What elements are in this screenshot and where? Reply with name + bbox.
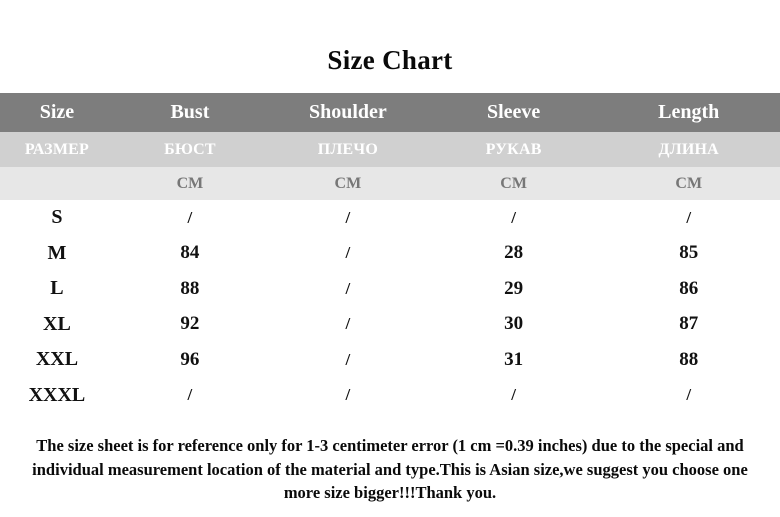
table-row: L 88 / 29 86 — [0, 271, 780, 307]
cell-shoulder: / — [345, 207, 351, 227]
unit-cell-size — [0, 167, 114, 200]
cell-bust: 88 — [180, 277, 200, 299]
disclaimer-note: The size sheet is for reference only for… — [32, 436, 748, 503]
cell-shoulder: / — [345, 278, 351, 298]
cell-sleeve: 31 — [504, 348, 524, 370]
unit-cell-shoulder: CM — [334, 174, 362, 192]
cell-size: XXL — [35, 348, 79, 371]
cell-sleeve: / — [511, 385, 516, 405]
column-header-length-ru: ДЛИНА — [658, 140, 719, 158]
cell-length: 88 — [679, 348, 699, 370]
unit-cell-length: CM — [675, 174, 703, 192]
cell-size: XL — [43, 312, 71, 335]
cell-sleeve: 30 — [504, 313, 524, 335]
cell-size: L — [50, 277, 64, 300]
column-header-sleeve-ru: РУКАВ — [485, 140, 542, 158]
table-row: XXL 96 / 31 88 — [0, 342, 780, 378]
column-header-shoulder-ru: ПЛЕЧО — [317, 140, 378, 158]
cell-length: / — [686, 207, 692, 227]
size-chart-page: Size Chart Size Bust Shoulder Sleeve Len… — [0, 0, 780, 517]
column-header-length: Length — [658, 101, 720, 123]
column-header-sleeve: Sleeve — [486, 101, 541, 123]
cell-bust: / — [187, 385, 193, 405]
table-header-row-units: CM CM CM CM — [0, 167, 780, 200]
cell-bust: 92 — [180, 313, 200, 335]
column-header-size: Size — [39, 101, 75, 123]
cell-bust: / — [187, 207, 193, 227]
cell-shoulder: / — [345, 385, 351, 405]
cell-shoulder: / — [345, 349, 351, 369]
unit-cell-bust: CM — [176, 174, 204, 192]
cell-sleeve: / — [511, 207, 516, 227]
cell-bust: 96 — [180, 348, 200, 370]
size-chart-table: Size Bust Shoulder Sleeve Length РАЗМЕР … — [0, 93, 780, 413]
cell-shoulder: / — [345, 243, 351, 263]
column-header-bust: Bust — [170, 101, 210, 123]
unit-cell-sleeve: CM — [500, 174, 527, 192]
cell-length: / — [686, 385, 692, 405]
cell-size: M — [47, 241, 67, 264]
table-row: XXXL / / / / — [0, 377, 780, 413]
table-header-row-english: Size Bust Shoulder Sleeve Length — [0, 93, 780, 132]
table-header-row-russian: РАЗМЕР БЮСТ ПЛЕЧО РУКАВ ДЛИНА — [0, 132, 780, 167]
cell-shoulder: / — [345, 314, 351, 334]
column-header-shoulder: Shoulder — [308, 101, 387, 123]
table-row: M 84 / 28 85 — [0, 235, 780, 271]
cell-size: S — [51, 206, 63, 229]
column-header-bust-ru: БЮСТ — [164, 140, 216, 158]
cell-length: 87 — [679, 313, 699, 335]
cell-size: XXXL — [28, 383, 86, 406]
cell-bust: 84 — [180, 242, 200, 264]
table-row: XL 92 / 30 87 — [0, 306, 780, 342]
cell-sleeve: 28 — [504, 242, 524, 264]
column-header-size-ru: РАЗМЕР — [24, 140, 89, 158]
cell-sleeve: 29 — [504, 277, 524, 299]
page-title: Size Chart — [327, 45, 453, 75]
cell-length: 86 — [679, 277, 699, 299]
cell-length: 85 — [679, 242, 699, 264]
table-row: S / / / / — [0, 200, 780, 236]
